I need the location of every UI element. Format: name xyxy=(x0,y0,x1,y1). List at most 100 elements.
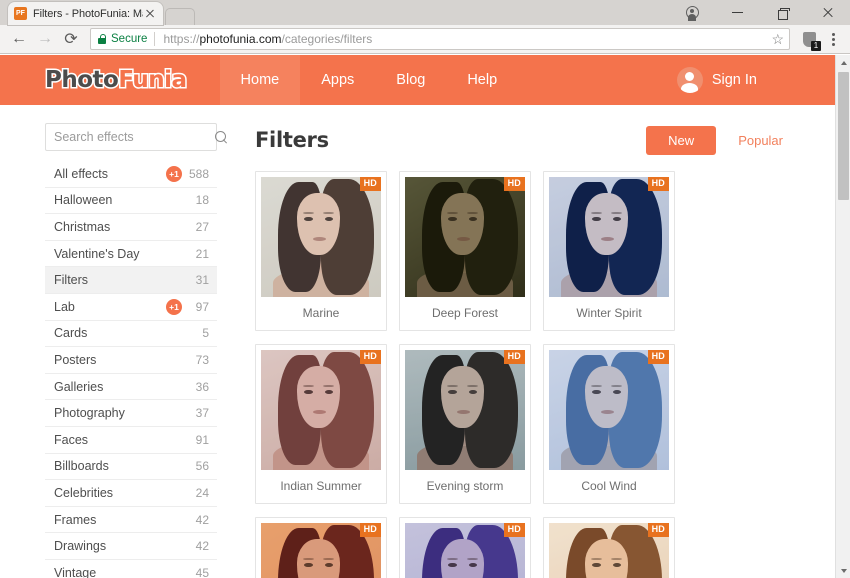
content-header: Filters New Popular xyxy=(255,123,805,157)
tab-strip: PF Filters - PhotoFunia: Mak xyxy=(0,0,850,25)
profile-icon[interactable] xyxy=(670,0,715,25)
effect-card[interactable]: HDMarine xyxy=(255,171,387,331)
sidebar-item-halloween[interactable]: Halloween18 xyxy=(45,188,217,215)
effect-card[interactable]: HDSnowy Day xyxy=(399,517,531,578)
lock-icon xyxy=(98,34,106,44)
minimize-icon[interactable] xyxy=(715,0,760,25)
portrait-image xyxy=(549,177,669,297)
omnibox-divider xyxy=(154,32,155,46)
category-count: 5 xyxy=(189,326,209,340)
hd-badge: HD xyxy=(504,350,525,364)
star-icon[interactable]: ☆ xyxy=(771,32,784,46)
back-arrow-icon[interactable]: ← xyxy=(6,26,32,52)
effect-card[interactable]: HDIndian Summer xyxy=(255,344,387,504)
nav-item-blog[interactable]: Blog xyxy=(375,55,446,105)
sort-new-button[interactable]: New xyxy=(646,126,716,155)
category-count: 97 xyxy=(189,300,209,314)
effect-thumbnail[interactable]: HD xyxy=(261,350,381,470)
sidebar-item-celebrities[interactable]: Celebrities24 xyxy=(45,480,217,507)
forward-arrow-icon[interactable]: → xyxy=(32,26,58,52)
sidebar-item-photography[interactable]: Photography37 xyxy=(45,400,217,427)
photofunia-logo[interactable]: PhotoFunia xyxy=(45,69,187,92)
reload-icon[interactable]: ⟳ xyxy=(58,26,84,52)
new-count-badge: +1 xyxy=(166,166,182,182)
scrollbar-thumb[interactable] xyxy=(838,72,849,200)
close-icon[interactable] xyxy=(143,7,157,21)
sidebar-item-frames[interactable]: Frames42 xyxy=(45,507,217,534)
effect-label: Marine xyxy=(261,297,381,330)
security-label: Secure xyxy=(111,33,147,45)
effect-card[interactable]: HDEvening storm xyxy=(399,344,531,504)
portrait-image xyxy=(405,177,525,297)
extension-shield-icon[interactable]: 1 xyxy=(798,28,820,50)
effect-card[interactable]: HDAsteroid xyxy=(255,517,387,578)
effects-grid: HDMarineHDDeep ForestHDWinter SpiritHDIn… xyxy=(255,171,805,578)
category-list: All effects+1588Halloween18Christmas27Va… xyxy=(45,161,217,578)
page-scrollbar[interactable] xyxy=(835,55,850,578)
portrait-image xyxy=(261,350,381,470)
new-count-badge: +1 xyxy=(166,299,182,315)
effect-thumbnail[interactable]: HD xyxy=(261,177,381,297)
sidebar-item-valentine-s-day[interactable]: Valentine's Day21 xyxy=(45,241,217,268)
sidebar-item-galleries[interactable]: Galleries36 xyxy=(45,374,217,401)
scroll-up-arrow-icon[interactable] xyxy=(836,55,850,70)
sidebar-item-lab[interactable]: Lab+197 xyxy=(45,294,217,321)
sidebar-item-vintage[interactable]: Vintage45 xyxy=(45,560,217,578)
nav-item-apps[interactable]: Apps xyxy=(300,55,375,105)
effect-card[interactable]: HDCool Wind xyxy=(543,344,675,504)
effect-thumbnail[interactable]: HD xyxy=(549,523,669,578)
category-label: Valentine's Day xyxy=(54,247,189,261)
new-tab-icon[interactable] xyxy=(165,8,195,25)
category-label: Posters xyxy=(54,353,189,367)
kebab-menu-icon[interactable] xyxy=(822,28,844,50)
category-count: 18 xyxy=(189,193,209,207)
scroll-down-arrow-icon[interactable] xyxy=(836,563,850,578)
search-effects-box[interactable] xyxy=(45,123,217,151)
category-label: Vintage xyxy=(54,566,189,578)
effect-thumbnail[interactable]: HD xyxy=(405,523,525,578)
effect-card[interactable]: HD xyxy=(543,517,675,578)
sidebar-item-posters[interactable]: Posters73 xyxy=(45,347,217,374)
window-close-icon[interactable] xyxy=(805,0,850,25)
effect-thumbnail[interactable]: HD xyxy=(405,350,525,470)
effect-thumbnail[interactable]: HD xyxy=(549,177,669,297)
sidebar-item-billboards[interactable]: Billboards56 xyxy=(45,454,217,481)
search-icon[interactable] xyxy=(215,131,228,144)
address-bar[interactable]: Secure https://photofunia.com/categories… xyxy=(90,28,790,50)
sidebar-item-christmas[interactable]: Christmas27 xyxy=(45,214,217,241)
category-count: 588 xyxy=(189,167,209,181)
category-label: Photography xyxy=(54,406,189,420)
browser-window: PF Filters - PhotoFunia: Mak ← → ⟳ Secur… xyxy=(0,0,850,578)
category-label: Galleries xyxy=(54,380,189,394)
portrait-image xyxy=(549,350,669,470)
main-content: Filters New Popular HDMarineHDDeep Fores… xyxy=(255,123,805,578)
category-count: 36 xyxy=(189,380,209,394)
category-count: 45 xyxy=(189,566,209,578)
nav-item-home[interactable]: Home xyxy=(220,55,301,105)
sort-popular-button[interactable]: Popular xyxy=(716,126,805,155)
category-count: 56 xyxy=(189,459,209,473)
url-scheme: https:// xyxy=(163,32,199,46)
effect-thumbnail[interactable]: HD xyxy=(261,523,381,578)
category-label: Faces xyxy=(54,433,189,447)
effect-card[interactable]: HDDeep Forest xyxy=(399,171,531,331)
browser-tab[interactable]: PF Filters - PhotoFunia: Mak xyxy=(8,2,163,25)
category-count: 42 xyxy=(189,513,209,527)
search-input[interactable] xyxy=(54,130,215,144)
sign-in-label: Sign In xyxy=(712,72,757,88)
sidebar-item-cards[interactable]: Cards5 xyxy=(45,321,217,348)
logo-part-funia: Funia xyxy=(118,67,186,93)
maximize-icon[interactable] xyxy=(760,0,805,25)
sidebar-item-filters[interactable]: Filters31 xyxy=(45,267,217,294)
hd-badge: HD xyxy=(648,177,669,191)
url-path: /categories/filters xyxy=(282,32,373,46)
effect-thumbnail[interactable]: HD xyxy=(405,177,525,297)
effect-thumbnail[interactable]: HD xyxy=(549,350,669,470)
effect-card[interactable]: HDWinter Spirit xyxy=(543,171,675,331)
sidebar-item-faces[interactable]: Faces91 xyxy=(45,427,217,454)
sidebar-item-all-effects[interactable]: All effects+1588 xyxy=(45,161,217,188)
hd-badge: HD xyxy=(360,350,381,364)
sidebar-item-drawings[interactable]: Drawings42 xyxy=(45,533,217,560)
sign-in-button[interactable]: Sign In xyxy=(677,55,757,105)
nav-item-help[interactable]: Help xyxy=(446,55,518,105)
